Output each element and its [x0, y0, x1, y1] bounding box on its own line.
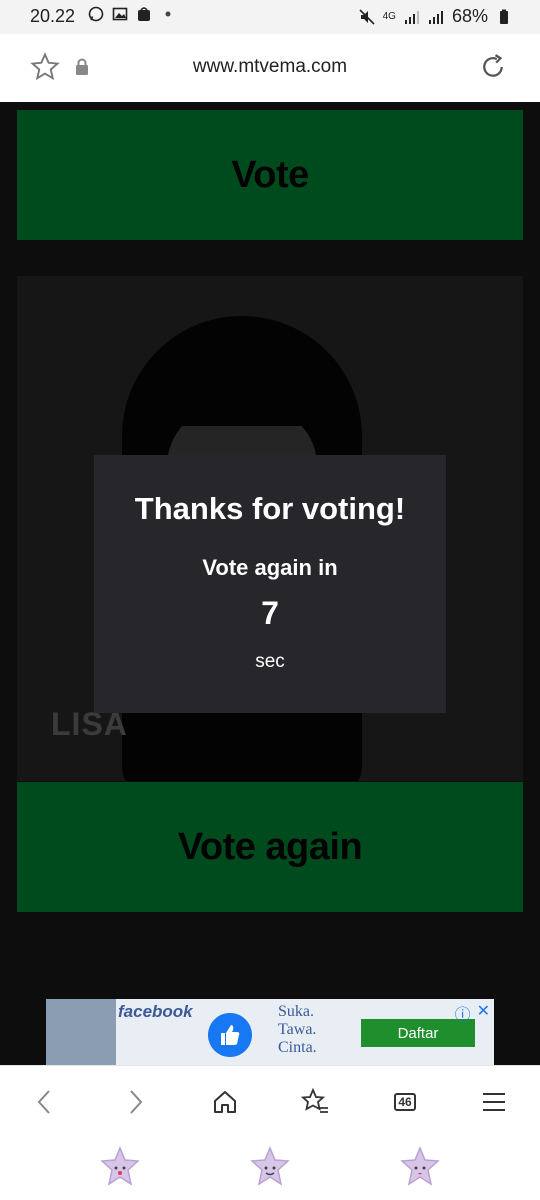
back-button[interactable] — [26, 1084, 62, 1120]
home-button[interactable] — [207, 1084, 243, 1120]
ad-slogan-line: Cinta. — [278, 1039, 317, 1056]
status-time: 20.22 — [30, 6, 76, 26]
notification-icons — [88, 6, 176, 22]
ad-slogan-line: Suka. — [278, 1003, 314, 1020]
dot-icon — [165, 11, 171, 17]
signal-icon — [404, 10, 419, 24]
chevron-left-icon — [37, 1090, 50, 1114]
ad-image — [46, 999, 116, 1065]
forward-button[interactable] — [118, 1084, 154, 1120]
bookmarks-star-icon — [300, 1087, 328, 1113]
url-text[interactable]: www.mtvema.com — [0, 56, 540, 78]
ad-brand: facebook — [118, 1002, 193, 1021]
countdown-unit: sec — [255, 651, 285, 672]
web-page-content: Vote LISA Vote again Thanks for voting! … — [0, 102, 540, 1065]
system-nav-bar — [0, 1135, 540, 1200]
menu-button[interactable] — [476, 1084, 512, 1120]
like-icon — [208, 1013, 252, 1057]
ad-slogan: Suka. Tawa. Cinta. — [278, 1003, 317, 1057]
battery-percent: 68% — [451, 6, 488, 26]
network-type: 4G — [382, 10, 396, 22]
ad-info-icon[interactable]: ⓘ — [455, 1001, 471, 1025]
shop-icon — [138, 7, 150, 21]
browser-address-bar: www.mtvema.com — [0, 34, 540, 103]
home-star-icon[interactable] — [248, 1145, 292, 1189]
mute-icon — [359, 8, 375, 25]
reload-icon[interactable] — [478, 52, 508, 82]
back-star-icon[interactable] — [398, 1145, 442, 1189]
home-icon — [214, 1091, 236, 1113]
tabs-button[interactable]: 46 — [387, 1084, 423, 1120]
tab-count: 46 — [394, 1093, 416, 1111]
system-status-icons: 4G 68% — [359, 6, 512, 27]
ad-slogan-line: Tawa. — [278, 1021, 317, 1038]
bookmarks-button[interactable] — [297, 1084, 333, 1120]
ad-close-icon[interactable]: ✕ — [477, 1001, 490, 1025]
signal-icon — [428, 10, 443, 24]
modal-subtitle: Vote again in — [202, 555, 338, 580]
status-bar: 20.22 4G 68% — [0, 0, 540, 34]
thanks-modal: Thanks for voting! Vote again in 7 sec — [94, 455, 446, 713]
menu-icon — [483, 1093, 505, 1111]
modal-title: Thanks for voting! — [134, 491, 406, 526]
whatsapp-icon — [88, 6, 104, 22]
ad-banner[interactable]: facebook Suka. Tawa. Cinta. Daftar ⓘ ✕ — [46, 999, 494, 1065]
recent-apps-star-icon[interactable] — [98, 1145, 142, 1189]
image-icon — [112, 7, 128, 21]
browser-bottom-nav: 46 — [0, 1065, 540, 1136]
ad-controls: ⓘ ✕ — [455, 1001, 490, 1025]
countdown-value: 7 — [261, 595, 279, 631]
chevron-right-icon — [130, 1090, 143, 1114]
battery-icon — [500, 9, 508, 24]
